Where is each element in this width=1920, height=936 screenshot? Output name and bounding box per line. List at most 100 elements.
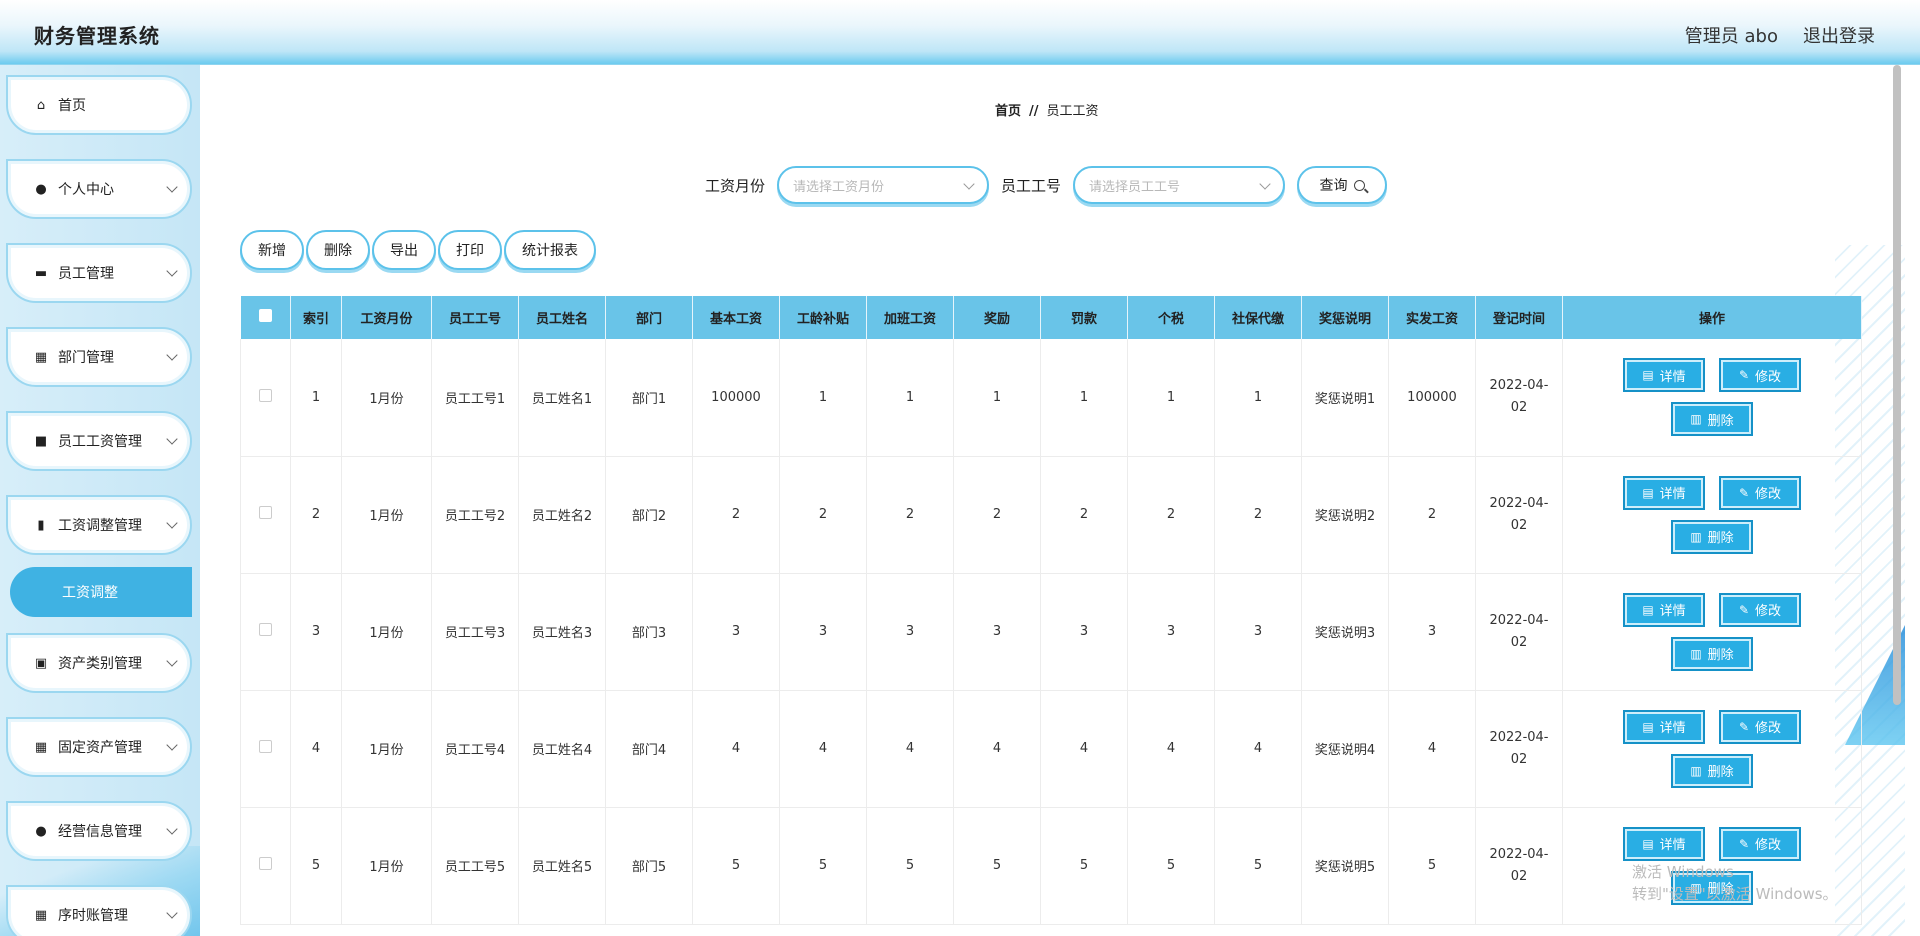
table-row: 1 1月份 员工工号1 员工姓名1 部门1 100000 1 1 1 1 1 1 奖惩说明1 100000… [240,339,1862,457]
sidebar-item-9[interactable]: ▦ 序时账管理 [6,885,192,936]
vertical-scrollbar[interactable] [1893,65,1901,705]
row-select-cell[interactable] [240,456,291,574]
button-label: 修改 [1755,487,1782,502]
document-icon: ▤ [1642,836,1654,851]
table-cell: 2022-04-02 [1475,807,1563,925]
table-cell: 3 [1388,573,1476,691]
sidebar-subitem-salary-adjust[interactable]: 工资调整 [10,567,192,617]
sidebar-item-4[interactable]: ■ 员工工资管理 [6,411,192,471]
column-header: 奖惩说明 [1301,296,1389,339]
sidebar-item-2[interactable]: ▬ 员工管理 [6,243,192,303]
chevron-down-icon [166,265,178,277]
detail-button[interactable]: ▤ 详情 [1623,358,1705,393]
month-select[interactable]: 请选择工资月份 [777,166,990,204]
pencil-icon: ✎ [1738,836,1750,851]
emp-id-select[interactable]: 请选择员工工号 [1073,166,1286,204]
sidebar-item-label: 员工工资管理 [58,434,142,450]
button-label: 修改 [1755,838,1782,853]
detail-button[interactable]: ▤ 详情 [1623,475,1705,510]
sidebar-item-8[interactable]: ● 经营信息管理 [6,801,192,861]
emp-id-placeholder: 请选择员工工号 [1089,179,1181,195]
table-cell: 部门3 [605,573,693,691]
table-cell: 员工姓名3 [518,573,606,691]
edit-button[interactable]: ✎ 修改 [1719,826,1801,861]
row-checkbox[interactable] [259,857,272,870]
query-button[interactable]: 查询 [1297,166,1388,204]
sidebar-item-label: 固定资产管理 [58,740,142,756]
table-cell: 4 [290,690,342,808]
chevron-down-icon [1259,178,1271,190]
edit-button[interactable]: ✎ 修改 [1719,709,1801,744]
sidebar-item-0[interactable]: ⌂ 首页 [6,75,192,135]
sidebar-item-5[interactable]: ▮ 工资调整管理 [6,495,192,555]
sidebar-item-6[interactable]: ▣ 资产类别管理 [6,633,192,693]
bar-chart-icon: ▮ [37,517,45,533]
watermark-line2: 转到"设置"以激活 Windows。 [1632,885,1838,903]
table-cell: 1月份 [341,339,432,457]
main-content: 首页 // 员工工资 工资月份 请选择工资月份 员工工号 请选择员工工号 查询 新增… [200,65,1905,936]
column-header: 基本工资 [692,296,780,339]
table-row: 2 1月份 员工工号2 员工姓名2 部门2 2 2 2 2 2 2 2 奖惩说明2 2 2022-04-02… [240,456,1862,574]
sidebar-item-3[interactable]: ▦ 部门管理 [6,327,192,387]
row-delete-button[interactable]: ▥ 删除 [1671,753,1753,788]
row-select-cell[interactable] [240,339,291,457]
grid-icon: ▦ [34,349,48,365]
row-select-cell[interactable] [240,690,291,808]
detail-button[interactable]: ▤ 详情 [1623,709,1705,744]
emp-id-label: 员工工号 [1001,176,1062,195]
button-label: 修改 [1755,604,1782,619]
delete-button[interactable]: 删除 [306,230,370,270]
table-cell: 2 [1388,456,1476,574]
row-delete-button[interactable]: ▥ 删除 [1671,636,1753,671]
chevron-down-icon [166,349,178,361]
column-header: 加班工资 [866,296,954,339]
sidebar-item-label: 资产类别管理 [58,656,142,672]
column-header: 工资月份 [341,296,432,339]
column-header: 个税 [1127,296,1215,339]
sidebar-item-7[interactable]: ▦ 固定资产管理 [6,717,192,777]
table-cell: 4 [1214,690,1302,808]
table-cell: 5 [779,807,867,925]
table-cell: 5 [1214,807,1302,925]
edit-button[interactable]: ✎ 修改 [1719,358,1801,393]
row-select-cell[interactable] [240,807,291,925]
search-bar: 工资月份 请选择工资月份 员工工号 请选择员工工号 查询 [705,165,1388,205]
detail-button[interactable]: ▤ 详情 [1623,826,1705,861]
export-button[interactable]: 导出 [372,230,436,270]
table-cell: 100000 [692,339,780,457]
breadcrumb-home[interactable]: 首页 [995,104,1021,119]
logout-link[interactable]: 退出登录 [1803,22,1875,48]
table-header-row: 索引 工资月份 员工工号 员工姓名 部门 基本工资 工龄补贴 加班工资 奖励 罚款 个税 社保代缴 奖惩… [240,296,1862,339]
row-delete-button[interactable]: ▥ 删除 [1671,519,1753,554]
button-label: 详情 [1659,721,1686,736]
edit-button[interactable]: ✎ 修改 [1719,592,1801,627]
detail-button[interactable]: ▤ 详情 [1623,592,1705,627]
row-checkbox[interactable] [259,388,272,402]
table-cell: 1 [866,339,954,457]
select-all-cell[interactable] [240,296,291,339]
column-header: 社保代缴 [1214,296,1302,339]
table-cell: 奖惩说明5 [1301,807,1389,925]
report-button[interactable]: 统计报表 [504,230,596,270]
edit-button[interactable]: ✎ 修改 [1719,475,1801,510]
chevron-down-icon [166,433,178,445]
table-cell: 2 [779,456,867,574]
table-cell: 4 [1127,690,1215,808]
actions-cell: ▤ 详情 ✎ 修改 ▥ 删除 [1562,456,1862,574]
table-cell: 5 [290,807,342,925]
row-checkbox[interactable] [259,623,272,636]
sidebar: 工资调整 ⌂ 首页 ● 个人中心 ▬ 员工管理 ▦ 部门管理 ■ 员工工资管理 ▮ 工资调整管理 ▣ 资产… [0,65,200,936]
sidebar-item-1[interactable]: ● 个人中心 [6,159,192,219]
print-button[interactable]: 打印 [438,230,502,270]
row-checkbox[interactable] [259,506,272,519]
row-delete-button[interactable]: ▥ 删除 [1671,402,1753,437]
table-cell: 4 [1040,690,1128,808]
add-button[interactable]: 新增 [240,230,304,270]
row-checkbox[interactable] [259,740,272,753]
select-all-checkbox[interactable] [258,309,272,322]
table-cell: 2022-04-02 [1475,339,1563,457]
table-cell: 员工姓名2 [518,456,606,574]
row-select-cell[interactable] [240,573,291,691]
table-cell: 1 [1127,339,1215,457]
table-cell: 2 [692,456,780,574]
